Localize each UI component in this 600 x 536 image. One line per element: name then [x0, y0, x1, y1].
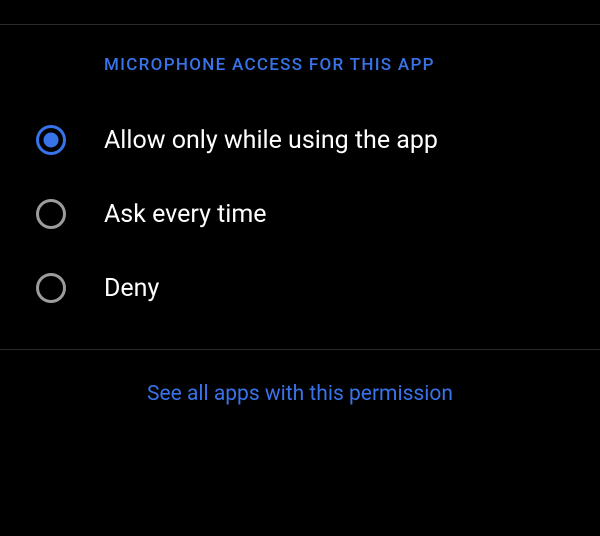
radio-button-unselected-icon	[36, 273, 66, 303]
section-header: MICROPHONE ACCESS FOR THIS APP	[0, 25, 600, 87]
see-all-apps-link[interactable]: See all apps with this permission	[147, 382, 453, 406]
radio-option-ask-every-time[interactable]: Ask every time	[0, 177, 600, 251]
radio-label: Ask every time	[104, 200, 267, 229]
radio-label: Deny	[104, 274, 159, 303]
footer-link-container: See all apps with this permission	[0, 350, 600, 438]
radio-group: Allow only while using the app Ask every…	[0, 87, 600, 349]
radio-button-unselected-icon	[36, 199, 66, 229]
radio-option-deny[interactable]: Deny	[0, 251, 600, 325]
radio-label: Allow only while using the app	[104, 126, 438, 155]
radio-button-selected-icon	[36, 125, 66, 155]
radio-option-allow-while-using[interactable]: Allow only while using the app	[0, 103, 600, 177]
